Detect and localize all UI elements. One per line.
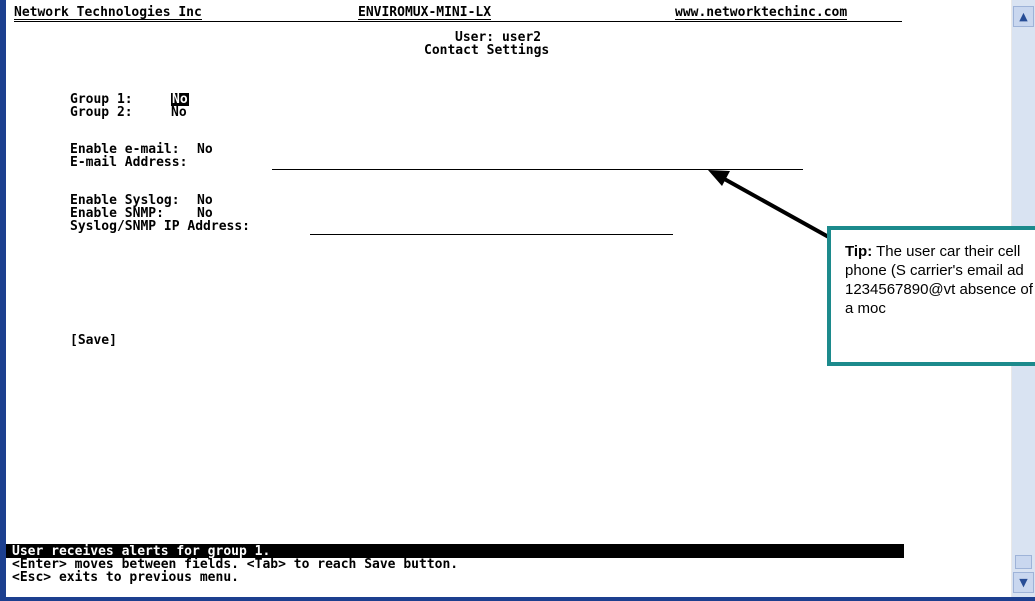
terminal-window: Network Technologies Inc ENVIROMUX-MINI-… xyxy=(0,0,1035,601)
tip-callout: Tip: The user car their cell phone (S ca… xyxy=(827,226,1035,366)
tip-text: The user car their cell phone (S carrier… xyxy=(845,243,1033,317)
tip-label: Tip: xyxy=(845,243,873,260)
tip-arrow-line xyxy=(718,174,844,247)
